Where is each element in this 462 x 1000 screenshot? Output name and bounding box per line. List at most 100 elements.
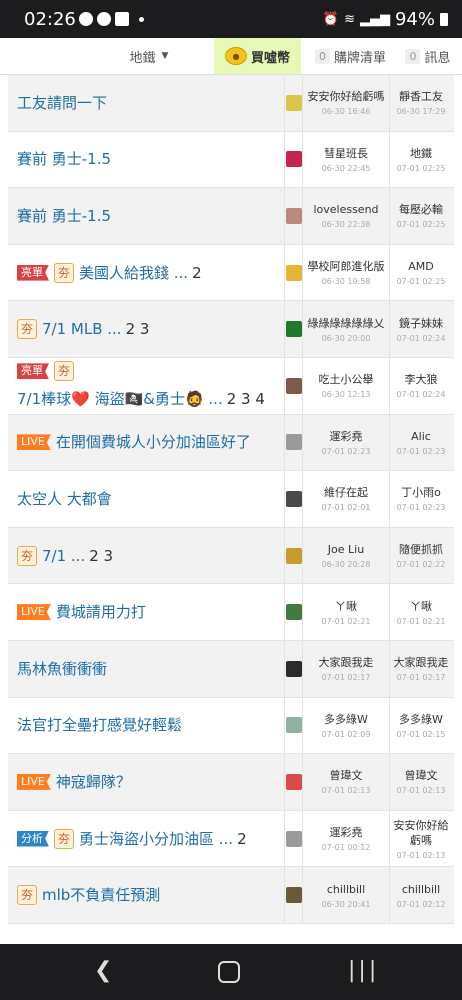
author-name[interactable]: 綠綠綠綠綠綠乂 (308, 316, 385, 331)
avatar[interactable] (285, 151, 302, 168)
thread-row[interactable]: 法官打全壘打感覺好輕鬆 多多綠W 07-01 02:09 多多綠W 07-01 02:1… (8, 697, 454, 755)
thread-page-links[interactable]: 2 3 4 (227, 388, 265, 410)
thread-title-cell[interactable]: 分析夯勇士海盜小分加油區 ... 2 (8, 811, 284, 867)
last-reply-author[interactable]: AMD (408, 259, 434, 274)
thread-title[interactable]: 美國人給我錢 ... (79, 262, 188, 284)
last-reply-author[interactable]: 曾瑋文 (405, 768, 438, 783)
author-name[interactable]: 多多綠W (324, 712, 368, 727)
thread-page-links[interactable]: 2 3 (126, 318, 150, 340)
thread-title[interactable]: 太空人 大都會 (17, 488, 112, 510)
thread-title-cell[interactable]: 亮單夯 7/1棒球❤️ 海盜🏴‍☠️&勇士🧔 ... 2 3 4 (8, 358, 284, 414)
author-name[interactable]: 吃土小公舉 (319, 372, 374, 387)
recent-apps-icon[interactable]: ||| (348, 958, 379, 983)
thread-title[interactable]: 7/1 ... (42, 545, 85, 567)
avatar[interactable] (285, 264, 302, 281)
thread-row[interactable]: 夯 mlb不負責任預測 chillbill 06-30 20:41 chillbill 0… (8, 867, 454, 924)
thread-row[interactable]: 亮單夯美國人給我錢 ... 2 學校阿郎進化版 06-30 19:58 AMD 07-01… (8, 244, 454, 302)
thread-row[interactable]: 太空人 大都會 維仔在起 07-01 02:01 丁小雨o 07-01 02:23 (8, 471, 454, 528)
thread-row[interactable]: 賽前 勇士-1.5 lovelessend 06-30 22:38 每壓必輸 07-01… (8, 188, 454, 245)
author-name[interactable]: Joe Liu (328, 542, 364, 557)
author-name[interactable]: 維仔在起 (324, 485, 368, 500)
last-reply-author[interactable]: chillbill (402, 882, 440, 897)
thread-title-cell[interactable]: 賽前 勇士-1.5 (8, 188, 284, 244)
avatar[interactable] (285, 660, 302, 677)
thread-title[interactable]: 7/1 MLB ... (42, 318, 122, 340)
thread-row[interactable]: 賽前 勇士-1.5 彗星班長 06-30 22:45 地鐵 07-01 02:25 (8, 131, 454, 189)
avatar[interactable] (285, 604, 302, 621)
thread-row[interactable]: LIVE 費城請用力打 ㄚ啾 07-01 02:21 ㄚ啾 07-01 02:21 (8, 584, 454, 641)
last-reply-author[interactable]: ㄚ啾 (410, 599, 432, 614)
thread-title[interactable]: 法官打全壘打感覺好輕鬆 (17, 714, 182, 736)
thread-title[interactable]: 勇士海盜小分加油區 ... (79, 828, 233, 850)
thread-title-cell[interactable]: 太空人 大都會 (8, 471, 284, 527)
last-reply-author[interactable]: 丁小雨o (401, 485, 441, 500)
avatar[interactable] (285, 717, 302, 734)
last-reply-author[interactable]: 地鐵 (410, 146, 432, 161)
thread-title-cell[interactable]: LIVE 在開個費城人小分加油區好了 (8, 415, 284, 471)
last-reply-author[interactable]: 靜香工友 (399, 89, 443, 104)
tab-messages[interactable]: 0 訊息 (394, 38, 462, 74)
avatar[interactable] (285, 321, 302, 338)
author-name[interactable]: 運彩堯 (330, 825, 363, 840)
author-name[interactable]: 運彩堯 (330, 429, 363, 444)
avatar[interactable] (285, 547, 302, 564)
thread-title-cell[interactable]: 馬林魚衝衝衝 (8, 641, 284, 697)
author-name[interactable]: chillbill (327, 882, 365, 897)
thread-row[interactable]: 分析夯勇士海盜小分加油區 ... 2 運彩堯 07-01 00:12 安安你好給虧嗎 07… (8, 810, 454, 868)
last-reply-author[interactable]: 隨便抓抓 (399, 542, 443, 557)
last-reply-author[interactable]: 李大狼 (405, 372, 438, 387)
thread-title-cell[interactable]: 夯 7/1 ... 2 3 (8, 528, 284, 584)
thread-title-cell[interactable]: LIVE 費城請用力打 (8, 584, 284, 640)
author-name[interactable]: 安安你好給虧嗎 (308, 89, 385, 104)
last-reply-author[interactable]: Alic (411, 429, 431, 444)
thread-page-links[interactable]: 2 (192, 262, 202, 284)
thread-title-cell[interactable]: 夯 7/1 MLB ... 2 3 (8, 301, 284, 357)
author-name[interactable]: lovelessend (313, 202, 378, 217)
thread-row[interactable]: LIVE 在開個費城人小分加油區好了 運彩堯 07-01 02:23 Alic 07-01… (8, 414, 454, 472)
thread-row[interactable]: 工友請問一下 安安你好給虧嗎 06-30 16:46 靜香工友 06-30 17:29 (8, 75, 454, 132)
author-name[interactable]: 曾瑋文 (330, 768, 363, 783)
thread-row[interactable]: 馬林魚衝衝衝 大家跟我走 07-01 02:17 大家跟我走 07-01 02:17 (8, 640, 454, 698)
avatar[interactable] (285, 434, 302, 451)
avatar[interactable] (285, 207, 302, 224)
avatar[interactable] (285, 94, 302, 111)
avatar[interactable] (285, 377, 302, 394)
thread-title-cell[interactable]: 工友請問一下 (8, 75, 284, 131)
last-reply-author[interactable]: 安安你好給虧嗎 (390, 818, 452, 848)
last-reply-author[interactable]: 鏡子妹妹 (399, 316, 443, 331)
thread-row[interactable]: 亮單夯 7/1棒球❤️ 海盜🏴‍☠️&勇士🧔 ... 2 3 4 吃土小公舉 06-30… (8, 357, 454, 415)
thread-row[interactable]: 夯 7/1 MLB ... 2 3 綠綠綠綠綠綠乂 06-30 20:00 鏡子妹妹 07-… (8, 301, 454, 358)
thread-title[interactable]: 賽前 勇士-1.5 (17, 205, 111, 227)
author-name[interactable]: 學校阿郎進化版 (308, 259, 385, 274)
thread-title[interactable]: 賽前 勇士-1.5 (17, 148, 111, 170)
avatar[interactable] (285, 887, 302, 904)
thread-page-links[interactable]: 2 (237, 828, 247, 850)
thread-row[interactable]: 夯 7/1 ... 2 3 Joe Liu 06-30 20:28 隨便抓抓 07-01 0… (8, 527, 454, 585)
thread-title-cell[interactable]: 夯 mlb不負責任預測 (8, 867, 284, 923)
avatar[interactable] (285, 830, 302, 847)
thread-title[interactable]: 7/1棒球❤️ 海盜🏴‍☠️&勇士🧔 ... (17, 388, 223, 410)
last-reply-author[interactable]: 大家跟我走 (394, 655, 449, 670)
thread-title[interactable]: mlb不負責任預測 (42, 884, 160, 906)
last-reply-author[interactable]: 每壓必輸 (399, 202, 443, 217)
author-name[interactable]: 彗星班長 (324, 146, 368, 161)
tab-purchase-list[interactable]: 0 購牌清單 (308, 38, 393, 74)
author-name[interactable]: 大家跟我走 (319, 655, 374, 670)
last-reply-author[interactable]: 多多綠W (399, 712, 443, 727)
back-icon[interactable]: ❮ (94, 958, 112, 983)
thread-page-links[interactable]: 2 3 (89, 545, 113, 567)
thread-title[interactable]: 費城請用力打 (56, 601, 146, 623)
tab-buy-coins[interactable]: ● 買噓幣 (214, 38, 301, 74)
tab-board-select[interactable]: 地鐵 ▼ (84, 38, 214, 74)
thread-row[interactable]: LIVE 神寇歸隊？ 曾瑋文 07-01 02:13 曾瑋文 07-01 02:13 (8, 754, 454, 811)
thread-title-cell[interactable]: 亮單夯美國人給我錢 ... 2 (8, 245, 284, 301)
thread-title-cell[interactable]: LIVE 神寇歸隊？ (8, 754, 284, 810)
thread-title[interactable]: 神寇歸隊？ (56, 771, 131, 793)
home-icon[interactable] (218, 961, 240, 983)
thread-title-cell[interactable]: 賽前 勇士-1.5 (8, 132, 284, 188)
avatar[interactable] (285, 773, 302, 790)
thread-title[interactable]: 馬林魚衝衝衝 (17, 658, 107, 680)
thread-title[interactable]: 在開個費城人小分加油區好了 (56, 431, 251, 453)
thread-title-cell[interactable]: 法官打全壘打感覺好輕鬆 (8, 698, 284, 754)
author-name[interactable]: ㄚ啾 (335, 599, 357, 614)
